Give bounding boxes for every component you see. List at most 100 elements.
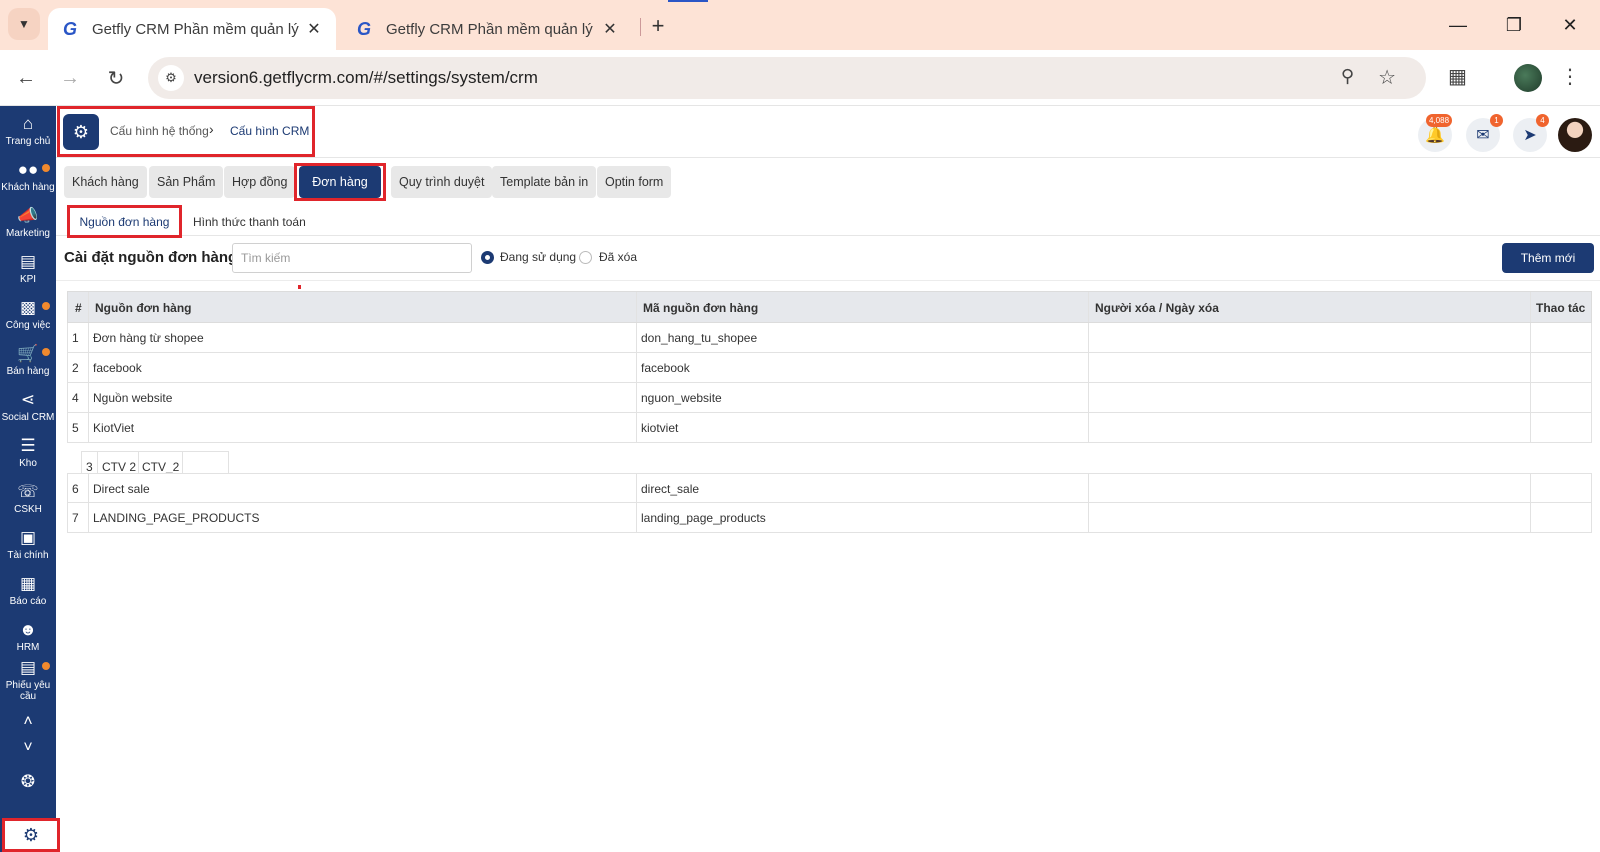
table-row[interactable]: 2 facebook facebook <box>67 353 1592 383</box>
minimize-button[interactable]: — <box>1438 10 1478 40</box>
getfly-favicon-icon: G <box>356 18 371 39</box>
column-divider <box>1088 292 1089 322</box>
reload-button[interactable]: ↻ <box>100 62 132 94</box>
tab-title: Getfly CRM Phần mềm quản lý <box>92 20 299 38</box>
tab-approval-process[interactable]: Quy trình duyệt <box>391 166 493 198</box>
site-info-icon[interactable]: ⚙ <box>158 65 184 91</box>
column-divider <box>636 503 637 532</box>
browser-toolbar: ← → ↻ ⚙ version6.getflycrm.com/#/setting… <box>0 50 1600 106</box>
add-new-button[interactable]: Thêm mới <box>1502 243 1594 273</box>
column-divider <box>1088 413 1089 442</box>
sidebar-item-reports[interactable]: ▦ Báo cáo <box>0 574 56 607</box>
profile-avatar[interactable] <box>1514 64 1542 92</box>
search-input[interactable] <box>232 243 472 273</box>
sidebar-item-marketing[interactable]: 📣 Marketing <box>0 206 56 239</box>
sidebar-item-sales[interactable]: 🛒 Bán hàng <box>0 344 56 377</box>
tab-optin-form[interactable]: Optin form <box>597 166 672 198</box>
scroll-down-icon[interactable]: ˅ <box>0 740 56 756</box>
tab-title: Getfly CRM Phần mềm quản lý <box>386 20 593 38</box>
user-avatar[interactable] <box>1558 118 1592 152</box>
tab-print-template[interactable]: Template bản in <box>492 166 597 198</box>
cell-index: 5 <box>72 421 79 435</box>
column-divider <box>88 353 89 382</box>
sidebar-item-label: Phiếu yêu cầu <box>5 680 51 702</box>
address-bar[interactable]: ⚙ version6.getflycrm.com/#/settings/syst… <box>148 57 1426 99</box>
sidebar-item-social-crm[interactable]: ⋖ Social CRM <box>0 390 56 423</box>
cell-source-code: CTV_2 <box>142 460 180 474</box>
bookmark-star-icon[interactable]: ☆ <box>1378 65 1396 90</box>
browser-tab-active[interactable]: G Getfly CRM Phần mềm quản lý ✕ <box>48 8 336 50</box>
column-divider <box>1530 353 1531 382</box>
sidebar-item-label: Trang chủ <box>5 136 51 147</box>
table-row[interactable]: 6 Direct sale direct_sale <box>67 473 1592 503</box>
radio-deleted-label[interactable]: Đã xóa <box>599 250 637 264</box>
column-divider <box>1088 353 1089 382</box>
breadcrumb-parent[interactable]: Cấu hình hệ thống <box>110 124 209 138</box>
tab-search-button[interactable]: ▼ <box>8 8 40 40</box>
close-window-button[interactable]: ✕ <box>1550 10 1590 40</box>
column-divider <box>636 323 637 352</box>
chart-icon: ▤ <box>19 252 37 271</box>
cell-source-code: nguon_website <box>641 391 722 405</box>
settings-gear-button[interactable]: ⚙ <box>63 114 99 150</box>
back-button[interactable]: ← <box>10 62 42 94</box>
column-divider <box>88 292 89 322</box>
sidebar-item-finance[interactable]: ▣ Tài chính <box>0 528 56 561</box>
sidebar-item-warehouse[interactable]: ☰ Kho <box>0 436 56 469</box>
notification-badge: 4,088 <box>1426 114 1453 127</box>
sidebar-item-home[interactable]: ⌂ Trang chủ <box>0 114 56 147</box>
column-divider <box>88 503 89 532</box>
browser-tab-inactive[interactable]: G Getfly CRM Phần mềm quản lý ✕ <box>342 8 632 50</box>
extensions-icon[interactable]: ▦ <box>1448 64 1467 89</box>
breadcrumb-current: Cấu hình CRM <box>230 124 310 138</box>
sidebar-item-hrm[interactable]: ☻ HRM <box>0 620 56 653</box>
phone-icon: ☏ <box>17 482 39 501</box>
subtab-order-source[interactable]: Nguồn đơn hàng <box>67 205 182 238</box>
new-tab-button[interactable]: + <box>644 12 672 40</box>
sidebar-item-customers[interactable]: ●● Khách hàng <box>0 160 56 193</box>
zoom-icon[interactable]: ⚲ <box>1341 66 1354 87</box>
sidebar-item-cskh[interactable]: ☏ CSKH <box>0 482 56 515</box>
sidebar-item-tasks[interactable]: ▩ Công việc <box>0 298 56 331</box>
subtab-payment-method[interactable]: Hình thức thanh toán <box>193 215 306 229</box>
cell-source-name: Nguồn website <box>93 391 173 405</box>
sidebar-item-label: HRM <box>16 642 40 653</box>
menu-kebab-icon[interactable]: ⋮ <box>1560 64 1580 89</box>
table-row[interactable]: 5 KiotViet kiotviet <box>67 413 1592 443</box>
tab-customers[interactable]: Khách hàng <box>64 166 147 198</box>
sidebar-item-tickets[interactable]: ▤ Phiếu yêu cầu <box>0 658 56 702</box>
forward-button[interactable]: → <box>54 62 86 94</box>
tab-products[interactable]: Sản Phẩm <box>149 166 224 198</box>
section-title: Cài đặt nguồn đơn hàng <box>64 249 238 266</box>
active-tab-highlight <box>294 163 386 201</box>
support-icon[interactable]: ❂ <box>0 773 56 790</box>
radio-deleted[interactable] <box>579 251 592 264</box>
sidebar-item-label: Bán hàng <box>6 366 50 377</box>
rocket-icon: ➤ <box>1523 127 1537 144</box>
notification-dot <box>42 662 50 670</box>
table-row[interactable]: 4 Nguồn website nguon_website <box>67 383 1592 413</box>
sidebar-item-label: CSKH <box>14 504 42 515</box>
sidebar-settings-button[interactable]: ⚙ <box>2 818 60 852</box>
column-divider <box>1530 503 1531 532</box>
sidebar-item-label: Công việc <box>5 320 51 331</box>
close-tab-icon[interactable]: ✕ <box>304 19 324 39</box>
cell-index: 4 <box>72 391 79 405</box>
column-divider <box>88 323 89 352</box>
close-tab-icon[interactable]: ✕ <box>600 19 620 39</box>
restore-button[interactable]: ❐ <box>1494 10 1534 40</box>
column-divider <box>1530 292 1531 322</box>
tab-contracts[interactable]: Hợp đồng <box>224 166 296 198</box>
radio-in-use[interactable] <box>481 251 494 264</box>
notification-dot <box>42 302 50 310</box>
radio-in-use-label[interactable]: Đang sử dụng <box>500 250 576 264</box>
col-index: # <box>75 301 82 315</box>
table-row[interactable]: 1 Đơn hàng từ shopee don_hang_tu_shopee <box>67 323 1592 353</box>
url-text[interactable]: version6.getflycrm.com/#/settings/system… <box>194 68 538 88</box>
sidebar-item-kpi[interactable]: ▤ KPI <box>0 252 56 285</box>
sidebar-item-label: Marketing <box>6 228 50 239</box>
scroll-up-icon[interactable]: ˄ <box>0 714 56 730</box>
cell-source-code: don_hang_tu_shopee <box>641 331 758 345</box>
table-row[interactable]: 7 LANDING_PAGE_PRODUCTS landing_page_pro… <box>67 503 1592 533</box>
column-divider <box>88 383 89 412</box>
